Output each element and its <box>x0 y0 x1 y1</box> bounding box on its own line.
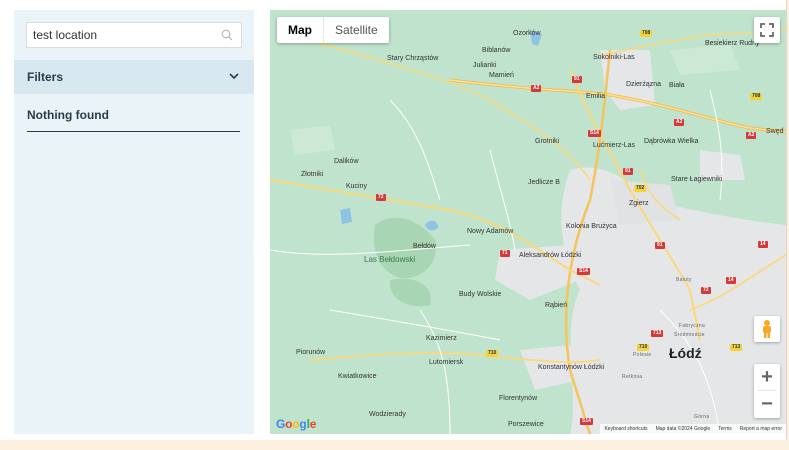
app-frame: Filters Nothing found <box>0 0 787 440</box>
road-shield: S14 <box>580 418 593 425</box>
map-place-label: Nowy Adamów <box>467 228 514 235</box>
map-type-control: Map Satellite <box>277 17 389 43</box>
map-place-label: Porszewice <box>508 421 544 428</box>
map-place-label: Dąbrówka Wielka <box>644 138 699 145</box>
road-shield: S14 <box>577 268 590 275</box>
map-park-label: Las Bełdowski <box>364 255 416 264</box>
map-place-label: Konstantynów Łódzki <box>538 364 605 371</box>
road-shield: 710 <box>637 344 650 351</box>
road-shield: 713 <box>730 344 743 351</box>
chevron-down-icon <box>229 73 239 80</box>
keyboard-shortcuts-link[interactable]: Keyboard shortcuts <box>600 426 651 432</box>
map-attribution: Keyboard shortcuts Map data ©2024 Google… <box>600 424 786 434</box>
zoom-out-button[interactable]: − <box>754 391 780 417</box>
map-place-label: Ozorków <box>513 30 541 37</box>
map-place-label: Grotniki <box>535 138 560 145</box>
road-shield: 708 <box>640 30 653 37</box>
road-shield: 72 <box>701 287 711 294</box>
map-data-text: Map data ©2024 Google <box>655 426 711 432</box>
search-input[interactable] <box>27 24 213 46</box>
map-place-label: Besiekierz Rudny <box>705 40 760 47</box>
terms-link[interactable]: Terms <box>714 426 736 432</box>
sidebar: Filters Nothing found <box>14 10 254 434</box>
map-city-label: Łódź <box>669 345 702 361</box>
filters-label: Filters <box>27 70 64 84</box>
road-shield: 702 <box>634 185 647 192</box>
map-place-label: Lućmierz-Las <box>593 142 636 149</box>
map-district-label: Górna <box>694 414 710 420</box>
road-shield: 71 <box>500 250 510 257</box>
map-place-label: Biblanów <box>482 47 511 54</box>
map-view[interactable]: Ozorków Biblanów Sokolniki-Las Besiekier… <box>270 10 786 434</box>
search-icon[interactable] <box>221 29 233 41</box>
road-shield: 710 <box>486 350 499 357</box>
map-place-label: Kazimierz <box>426 335 457 342</box>
road-shield: 91 <box>572 76 582 83</box>
pegman-icon <box>763 320 771 338</box>
map-place-label: Aleksandrów Łódzki <box>519 252 582 259</box>
map-district-label: Bałuty <box>676 277 692 283</box>
road-shield: S14 <box>588 130 601 137</box>
map-place-label: Wodzierady <box>369 411 406 418</box>
road-shield: 91 <box>655 242 665 249</box>
map-place-label: Kwiatkowice <box>338 373 377 380</box>
map-place-label: Biała <box>669 82 685 89</box>
report-error-link[interactable]: Report a map error <box>736 426 786 432</box>
map-place-label: Kolonia Brużyca <box>566 223 617 230</box>
map-place-label: Budy Wolskie <box>459 291 502 298</box>
map-district-label: Fabryczna <box>679 323 706 329</box>
map-place-label: Zgierz <box>629 200 649 207</box>
map-place-label: Dzierżązna <box>626 81 662 88</box>
map-place-label: Kuciny <box>346 183 368 190</box>
road-shield: A2 <box>746 132 757 139</box>
zoom-in-button[interactable]: + <box>754 364 780 390</box>
map-place-label: Jedlicze B <box>528 179 560 186</box>
map-district-label: Polesie <box>633 352 652 358</box>
road-shield: A2 <box>531 85 542 92</box>
fullscreen-button[interactable] <box>754 17 780 43</box>
map-place-label: Emilia <box>586 93 606 100</box>
road-shield: 91 <box>623 168 633 175</box>
empty-results-text: Nothing found <box>27 108 109 122</box>
map-place-label: Stare Łagiewniki <box>671 176 723 183</box>
road-shield: 708 <box>750 93 763 100</box>
filters-toggle[interactable]: Filters <box>14 60 254 94</box>
map-type-satellite-button[interactable]: Satellite <box>324 17 389 43</box>
map-type-map-button[interactable]: Map <box>277 17 323 43</box>
map-place-label: Julianki <box>473 62 497 69</box>
map-district-label: Śródmieście <box>674 332 705 338</box>
map-place-label: Rąbień <box>545 302 568 309</box>
map-place-label: Sokolniki-Las <box>593 54 635 61</box>
map-place-label: Bełdów <box>413 243 436 250</box>
search-box[interactable] <box>26 22 242 48</box>
google-logo[interactable]: Google <box>276 417 316 431</box>
fullscreen-icon <box>760 23 774 37</box>
zoom-control: + − <box>754 364 780 418</box>
road-shield: 713 <box>651 330 664 337</box>
map-place-label: Piorunów <box>296 349 326 356</box>
road-shield: 14 <box>758 241 768 248</box>
map-place-label: Stary Chrząstów <box>387 55 439 62</box>
map-place-label: Mamień <box>489 72 514 79</box>
road-shield: 72 <box>376 194 386 201</box>
map-place-label: Dalików <box>334 158 359 165</box>
results-divider <box>27 131 240 132</box>
street-view-pegman[interactable] <box>754 316 780 342</box>
map-canvas <box>270 29 786 434</box>
map-place-label: Złotniki <box>301 171 324 178</box>
map-place-label: Swęd <box>766 128 784 135</box>
map-place-label: Florentynów <box>499 395 538 402</box>
map-district-label: Retkinia <box>622 374 643 380</box>
road-shield: A2 <box>674 119 685 126</box>
map-place-label: Lutomiersk <box>429 359 464 366</box>
road-shield: 14 <box>726 277 736 284</box>
